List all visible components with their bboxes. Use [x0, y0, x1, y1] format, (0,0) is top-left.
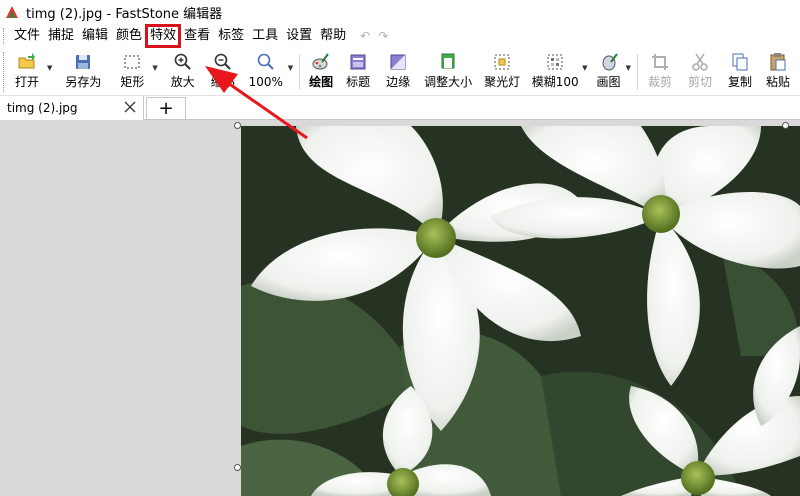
- paint-canvas-icon: [602, 53, 618, 71]
- faststone-app-icon: [6, 6, 18, 18]
- menu-settings[interactable]: 设置: [282, 25, 316, 47]
- paste-label: 粘贴: [765, 75, 790, 89]
- toolbar-separator-2: [636, 54, 638, 90]
- redo-arrow-icon[interactable]: ↷: [378, 29, 388, 43]
- dashed-rectangle-icon: [124, 55, 140, 69]
- document-tab-bar: timg (2).jpg +: [0, 96, 800, 120]
- caption-button[interactable]: 标题: [344, 52, 372, 94]
- flower-image[interactable]: [241, 126, 800, 496]
- resize-handle-top-right[interactable]: [782, 122, 789, 129]
- menu-bar: 文件 捕捉 编辑 颜色 特效 查看 标签 工具 设置 帮助 ↶ ↷: [0, 24, 800, 48]
- menu-color[interactable]: 颜色: [112, 25, 146, 47]
- undo-arrow-icon[interactable]: ↶: [360, 29, 370, 43]
- folder-open-icon: [18, 53, 35, 69]
- resize-button[interactable]: 调整大小: [422, 52, 474, 94]
- cut-button[interactable]: 剪切: [684, 52, 716, 94]
- crop-label: 裁剪: [647, 75, 672, 89]
- menu-grip: [3, 28, 6, 44]
- spotlight-label: 聚光灯: [484, 75, 521, 89]
- menu-help[interactable]: 帮助: [316, 25, 350, 47]
- open-dropdown-arrow[interactable]: ▼: [47, 64, 52, 72]
- zoom-out-label: 缩小: [210, 75, 235, 89]
- cut-label: 剪切: [687, 75, 712, 89]
- blur-grid-icon: [547, 54, 563, 70]
- zoom-out-button[interactable]: 缩小: [206, 52, 240, 94]
- main-toolbar: 打开 ▼ 另存为 矩形 ▼ 放大 缩小 100% ▼ 绘图 标题 边缘 调整大小…: [0, 48, 800, 96]
- edge-frame-icon: [390, 54, 406, 70]
- copy-button[interactable]: 复制: [724, 52, 756, 94]
- resize-handle-left[interactable]: [234, 464, 241, 471]
- caption-label: 标题: [346, 75, 371, 89]
- rectangle-label: 矩形: [120, 75, 145, 89]
- copy-pages-icon: [732, 53, 748, 71]
- zoom-in-button[interactable]: 放大: [166, 52, 200, 94]
- floppy-disk-icon: [76, 55, 91, 69]
- menu-tools[interactable]: 工具: [248, 25, 282, 47]
- zoom-dropdown-arrow[interactable]: ▼: [288, 64, 293, 72]
- paint-dropdown-arrow[interactable]: ▼: [626, 64, 631, 72]
- magnifier-minus-icon: [214, 53, 231, 70]
- menu-capture[interactable]: 捕捉: [44, 25, 78, 47]
- caption-window-icon: [350, 54, 366, 70]
- crop-icon: [651, 54, 668, 70]
- clipboard-icon: [770, 53, 786, 71]
- plus-icon: +: [158, 97, 174, 119]
- draw-button[interactable]: 绘图: [306, 52, 336, 94]
- flower-photo-graphic: [241, 126, 800, 496]
- resize-handle-top-left[interactable]: [234, 122, 241, 129]
- spotlight-frame-icon: [494, 54, 510, 70]
- resize-icon: [441, 53, 455, 69]
- draw-label: 绘图: [309, 75, 334, 89]
- open-label: 打开: [14, 75, 39, 89]
- close-icon[interactable]: [122, 99, 138, 115]
- title-bar: timg (2).jpg - FastStone 编辑器: [0, 0, 800, 24]
- toolbar-grip: [3, 52, 6, 92]
- new-tab-button[interactable]: +: [146, 97, 186, 119]
- crop-button[interactable]: 裁剪: [644, 52, 676, 94]
- copy-label: 复制: [727, 75, 752, 89]
- toolbar-separator: [299, 54, 301, 90]
- blur-button[interactable]: 模糊100: [530, 52, 580, 94]
- menu-view[interactable]: 查看: [180, 25, 214, 47]
- palette-brush-icon: [312, 53, 329, 70]
- blur-label: 模糊100: [531, 75, 579, 89]
- save-as-button[interactable]: 另存为: [58, 52, 108, 94]
- spotlight-button[interactable]: 聚光灯: [482, 52, 522, 94]
- zoom-in-label: 放大: [170, 75, 195, 89]
- rectangle-select-button[interactable]: 矩形: [114, 52, 150, 94]
- resize-label: 调整大小: [424, 75, 473, 89]
- menu-edit[interactable]: 编辑: [78, 25, 112, 47]
- magnifier-plus-icon: [174, 53, 191, 70]
- zoom-level-label: 100%: [248, 75, 283, 89]
- edge-label: 边缘: [386, 75, 411, 89]
- rectangle-dropdown-arrow[interactable]: ▼: [152, 64, 157, 72]
- paste-button[interactable]: 粘贴: [762, 52, 794, 94]
- menu-effects[interactable]: 特效: [145, 24, 182, 48]
- paint-button[interactable]: 画图: [594, 52, 624, 94]
- window-title: timg (2).jpg - FastStone 编辑器: [26, 6, 223, 22]
- menu-tags[interactable]: 标签: [214, 25, 248, 47]
- editor-canvas[interactable]: [0, 121, 800, 496]
- zoom-level-button[interactable]: 100%: [246, 52, 286, 94]
- document-tab-label: timg (2).jpg: [7, 101, 78, 115]
- blur-dropdown-arrow[interactable]: ▼: [582, 64, 587, 72]
- open-button[interactable]: 打开: [9, 52, 45, 94]
- magnifier-icon: [257, 53, 274, 70]
- save-as-label: 另存为: [65, 75, 102, 89]
- menu-file[interactable]: 文件: [10, 25, 44, 47]
- scissors-icon: [692, 53, 708, 71]
- document-tab[interactable]: timg (2).jpg: [0, 96, 144, 120]
- paint-label: 画图: [596, 75, 621, 89]
- edge-button[interactable]: 边缘: [384, 52, 412, 94]
